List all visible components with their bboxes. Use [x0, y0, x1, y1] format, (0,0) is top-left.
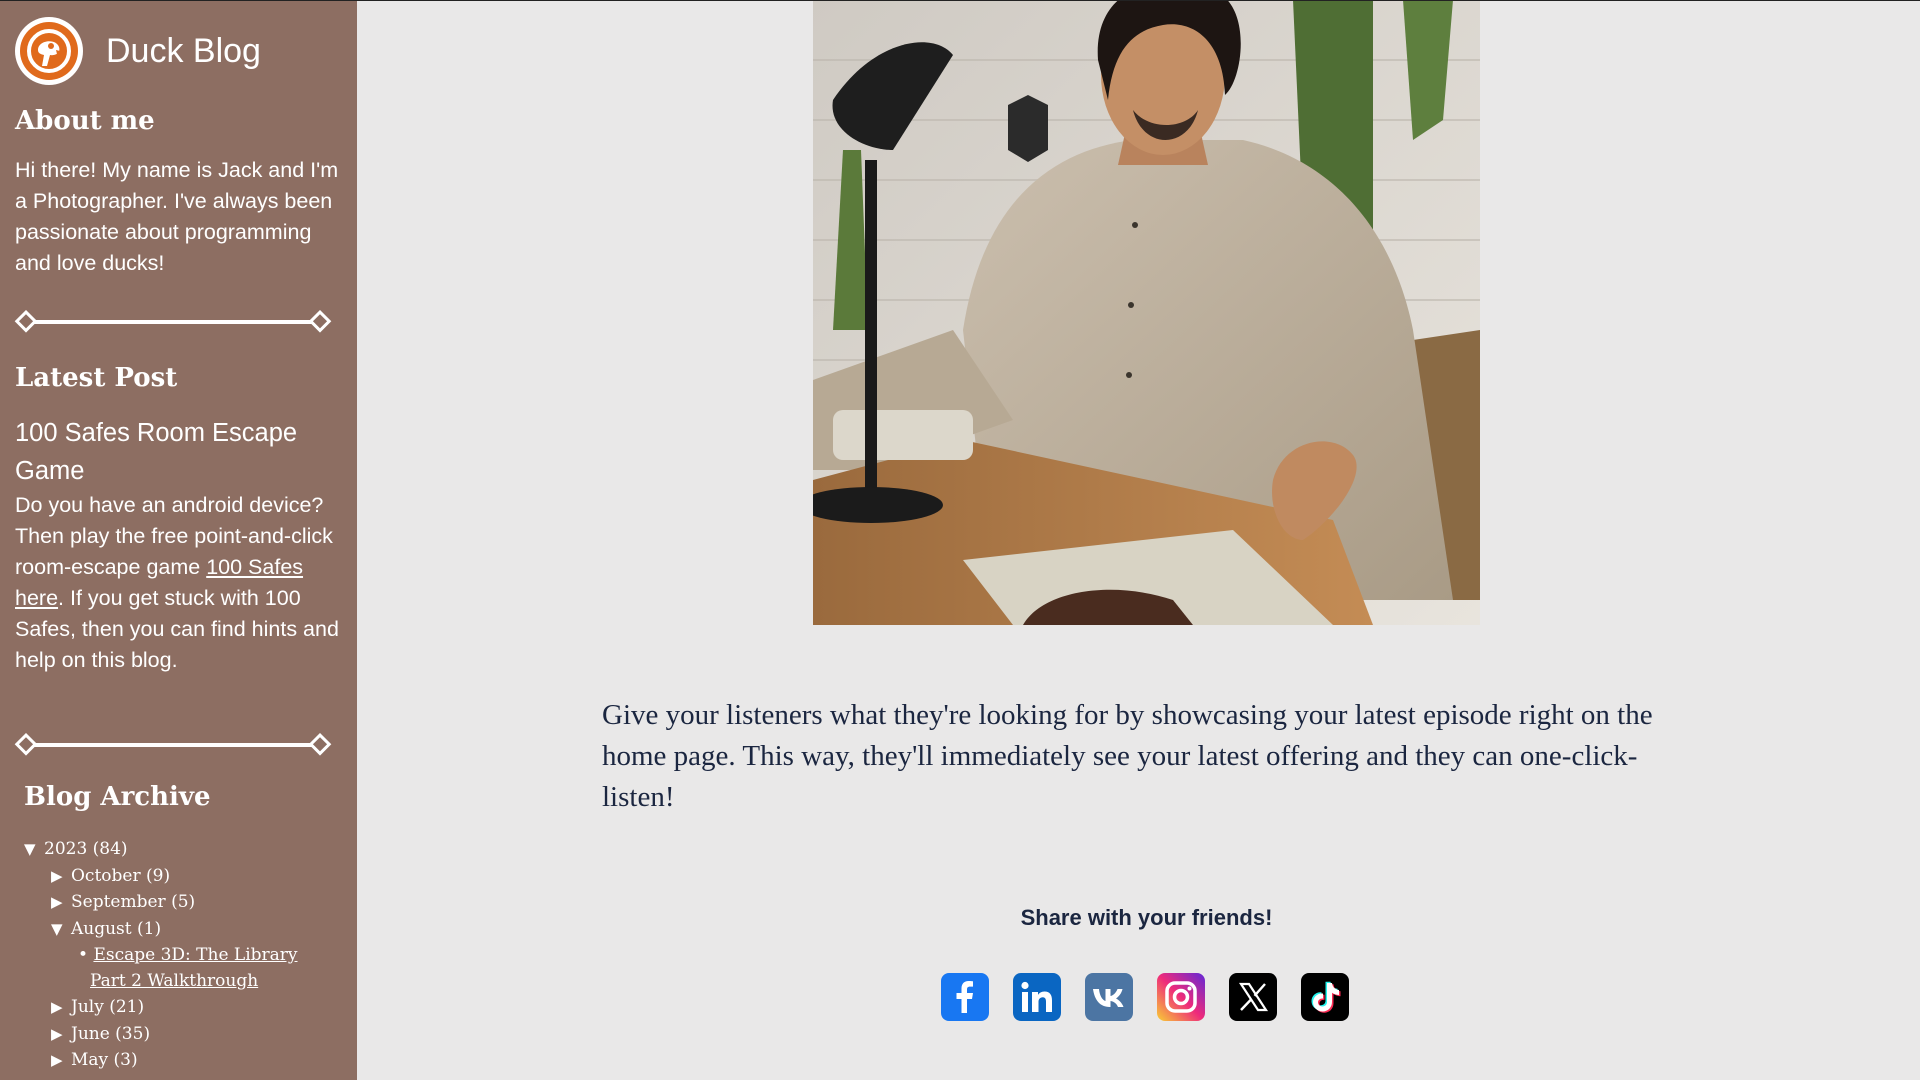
site-title[interactable]: Duck Blog — [106, 32, 261, 71]
triangle-right-icon[interactable]: ▶ — [51, 1047, 71, 1074]
archive-month-august[interactable]: ▼ August (1) — [24, 916, 344, 943]
triangle-down-icon[interactable]: ▼ — [51, 916, 71, 943]
archive-month-september[interactable]: ▶ September (5) — [24, 889, 344, 916]
facebook-icon[interactable] — [941, 973, 989, 1021]
podcast-host-photo — [813, 0, 1480, 625]
instagram-icon[interactable] — [1157, 973, 1205, 1021]
about-text: Hi there! My name is Jack and I'm a Phot… — [15, 158, 339, 275]
blog-archive-heading: Blog Archive — [24, 782, 211, 812]
triangle-down-icon[interactable]: ▼ — [24, 836, 44, 863]
divider-ornament — [14, 733, 332, 756]
share-title: Share with your friends! — [1020, 905, 1273, 930]
archive-month-july[interactable]: ▶ July (21) — [24, 994, 344, 1021]
archive-month-label[interactable]: October (9) — [71, 863, 170, 890]
triangle-right-icon[interactable]: ▶ — [51, 1021, 71, 1048]
archive-year-label[interactable]: 2023 (84) — [44, 836, 128, 863]
archive-month-label[interactable]: September (5) — [71, 889, 195, 916]
archive-month-may[interactable]: ▶ May (3) — [24, 1047, 344, 1074]
archive-month-june[interactable]: ▶ June (35) — [24, 1021, 344, 1048]
duck-logo-icon — [15, 17, 83, 85]
archive-month-label[interactable]: May (3) — [71, 1047, 138, 1074]
archive-month-label[interactable]: July (21) — [71, 994, 144, 1021]
archive-post-line2[interactable]: Part 2 Walkthrough — [78, 971, 258, 991]
archive-year-2023[interactable]: ▼ 2023 (84) — [24, 836, 344, 863]
episode-description: Give your listeners what they're looking… — [602, 699, 1653, 813]
triangle-right-icon[interactable]: ▶ — [51, 994, 71, 1021]
latest-post-heading: Latest Post — [15, 363, 178, 393]
archive-post-link[interactable]: Escape 3D: The Library Part 2 Walkthrough — [78, 945, 298, 991]
linkedin-icon[interactable] — [1013, 973, 1061, 1021]
divider-ornament — [14, 310, 332, 333]
latest-post-excerpt: Do you have an android device? Then play… — [15, 490, 345, 676]
triangle-right-icon[interactable]: ▶ — [51, 863, 71, 890]
x-icon[interactable] — [1229, 973, 1277, 1021]
vk-icon[interactable] — [1085, 973, 1133, 1021]
latest-post-title[interactable]: 100 Safes Room Escape Game — [15, 414, 345, 490]
brand[interactable]: Duck Blog — [15, 17, 261, 85]
bullet-icon: • — [78, 945, 89, 965]
share-buttons — [941, 973, 1349, 1021]
archive-month-label[interactable]: June (35) — [71, 1021, 150, 1048]
tiktok-icon[interactable] — [1301, 973, 1349, 1021]
triangle-right-icon[interactable]: ▶ — [51, 889, 71, 916]
top-border — [0, 0, 1920, 1]
archive-month-label[interactable]: August (1) — [71, 916, 161, 943]
about-heading: About me — [15, 106, 155, 136]
archive-post-line1[interactable]: Escape 3D: The Library — [93, 945, 297, 965]
sidebar: Duck Blog About me Hi there! My name is … — [0, 0, 357, 1080]
archive-post-item: • Escape 3D: The Library Part 2 Walkthrou… — [24, 942, 344, 994]
blog-archive-tree: ▼ 2023 (84) ▶ October (9) ▶ September (5… — [24, 836, 344, 1074]
archive-month-october[interactable]: ▶ October (9) — [24, 863, 344, 890]
excerpt-text-after: . If you get stuck with 100 Safes, then … — [15, 586, 339, 672]
